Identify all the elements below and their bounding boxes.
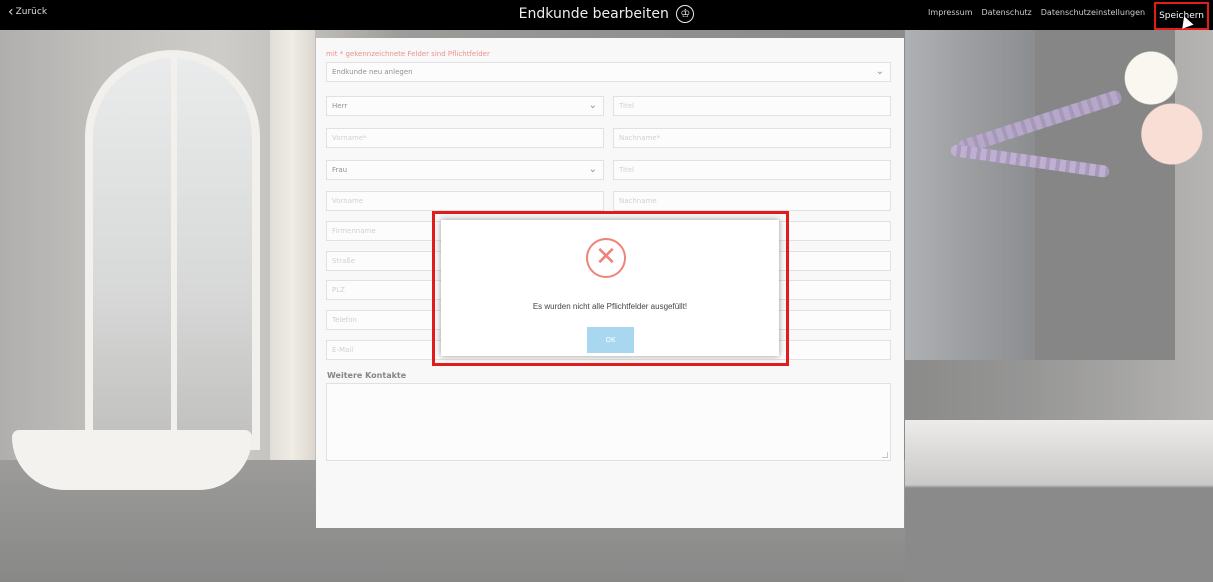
- ok-button[interactable]: OK: [587, 327, 634, 353]
- back-button[interactable]: ‹ Zurück: [8, 4, 48, 20]
- page-title-text: Endkunde bearbeiten: [518, 6, 669, 22]
- top-bar: ‹ Zurück Endkunde bearbeiten ♔ Impressum…: [0, 0, 1213, 30]
- back-label: Zurück: [15, 7, 48, 17]
- brand-emblem-icon: ♔: [676, 5, 695, 23]
- top-nav: Impressum Datenschutz Datenschutzeinstel…: [928, 2, 1209, 30]
- nav-datenschutzeinstellungen[interactable]: Datenschutzeinstellungen: [1041, 8, 1145, 30]
- dialog-message: Es wurden nicht alle Pflichtfelder ausge…: [532, 302, 688, 311]
- nav-impressum[interactable]: Impressum: [928, 8, 972, 30]
- error-dialog: ✕ Es wurden nicht alle Pflichtfelder aus…: [441, 220, 779, 356]
- nav-datenschutz[interactable]: Datenschutz: [982, 8, 1032, 30]
- chevron-left-icon: ‹: [8, 4, 14, 20]
- error-x-icon: ✕: [586, 238, 626, 278]
